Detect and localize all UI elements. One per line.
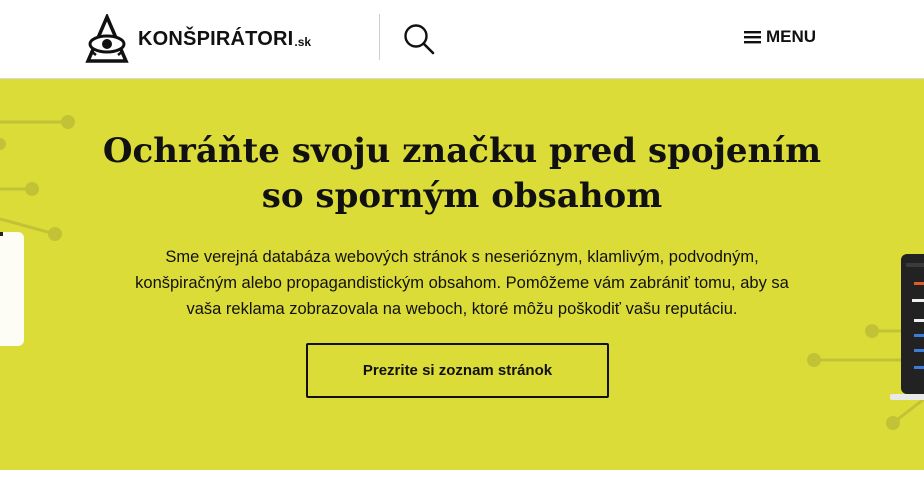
right-device-illustration	[890, 254, 924, 400]
site-header: KONŠPIRÁTORI .sk MENU	[0, 0, 924, 79]
search-button[interactable]	[402, 22, 436, 56]
hero-title-line-2: so sporným obsahom	[261, 176, 663, 216]
left-device-illustration	[0, 232, 24, 346]
logo-suffix: .sk	[294, 35, 312, 49]
header-divider	[379, 14, 380, 60]
logo-text: KONŠPIRÁTORI	[138, 27, 294, 50]
hamburger-icon	[744, 31, 761, 44]
hero-description-line-2: konšpiračným alebo propagandistickým obs…	[135, 274, 789, 292]
browse-sites-button[interactable]: Prezrite si zoznam stránok	[306, 343, 609, 398]
site-logo[interactable]: KONŠPIRÁTORI .sk	[84, 14, 324, 64]
hero-title: Ochráňte svoju značku pred spojením so s…	[80, 129, 844, 219]
hero-description-line-3: vaša reklama zobrazovala na weboch, ktor…	[186, 300, 738, 318]
hero-title-line-1: Ochráňte svoju značku pred spojením	[102, 131, 822, 171]
eye-triangle-icon	[85, 14, 129, 63]
menu-label: MENU	[766, 27, 817, 46]
hero-section: Ochráňte svoju značku pred spojením so s…	[0, 79, 924, 470]
hero-description-line-1: Sme verejná databáza webových stránok s …	[165, 248, 759, 266]
search-icon	[404, 24, 435, 55]
hero-description: Sme verejná databáza webových stránok s …	[92, 244, 832, 322]
menu-button[interactable]: MENU	[744, 27, 816, 47]
page-bottom	[0, 470, 924, 477]
